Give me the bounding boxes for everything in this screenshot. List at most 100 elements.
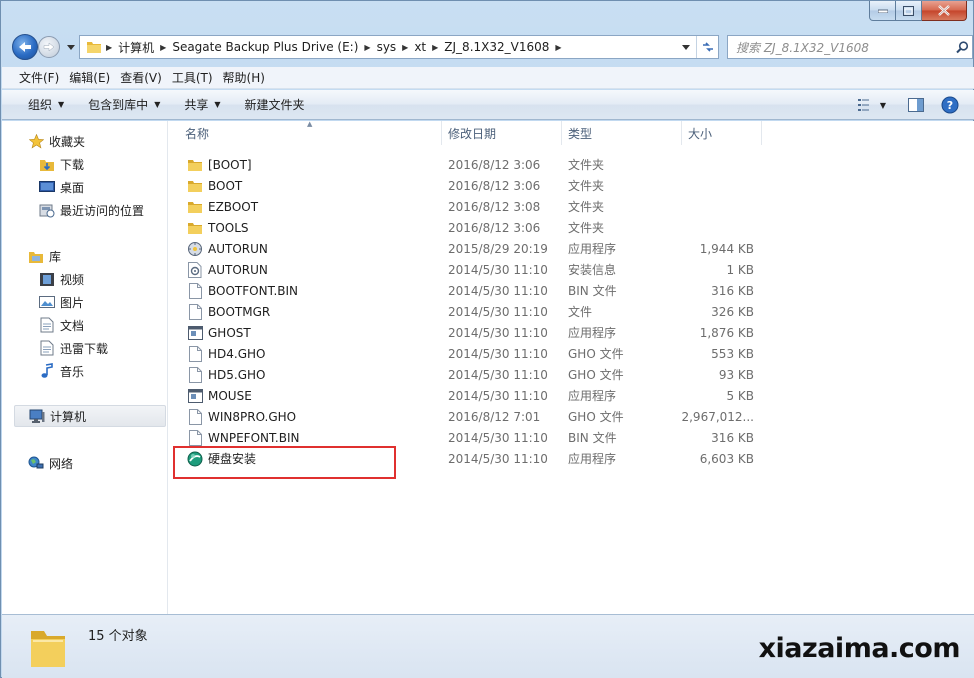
sidebar-item-videos[interactable]: 视频	[39, 268, 84, 290]
sidebar-item-recent-places[interactable]: 最近访问的位置	[39, 199, 144, 221]
sidebar-item-thunder-downloads[interactable]: 迅雷下载	[39, 337, 108, 359]
minimize-button[interactable]	[869, 1, 896, 21]
column-header-name[interactable]: 名称	[179, 121, 441, 145]
chevron-down-icon: ▼	[58, 100, 65, 109]
file-row[interactable]: WIN8PRO.GHO 2016/8/12 7:01 GHO 文件 2,967,012…	[179, 406, 769, 427]
file-name: HD5.GHO	[208, 367, 266, 382]
file-type: 应用程序	[568, 242, 617, 256]
file-row[interactable]: HD5.GHO 2014/5/30 11:10 GHO 文件 93 KB	[179, 364, 769, 385]
recent-pages-dropdown[interactable]	[65, 41, 77, 53]
file-row[interactable]: AUTORUN 2015/8/29 20:19 应用程序 1,944 KB	[179, 238, 769, 259]
sidebar-item-label: 计算机	[50, 409, 87, 424]
organize-button[interactable]: 组织 ▼	[20, 93, 72, 117]
search-icon[interactable]	[952, 40, 972, 54]
column-header-type[interactable]: 类型	[562, 121, 681, 145]
file-row[interactable]: [BOOT] 2016/8/12 3:06 文件夹	[179, 154, 769, 175]
breadcrumb-separator[interactable]: ▶	[552, 43, 564, 52]
sidebar-network[interactable]: 网络	[28, 452, 73, 474]
address-history-dropdown[interactable]	[678, 36, 694, 58]
close-button[interactable]	[922, 1, 967, 21]
address-bar[interactable]: ▶ 计算机 ▶ Seagate Backup Plus Drive (E:) ▶…	[79, 35, 719, 59]
folder-icon	[31, 631, 65, 667]
column-header-size[interactable]: 大小	[682, 121, 761, 145]
file-row[interactable]: EZBOOT 2016/8/12 3:08 文件夹	[179, 196, 769, 217]
menu-view[interactable]: 查看(V)	[115, 69, 167, 86]
file-date: 2016/8/12 3:06	[448, 220, 541, 235]
sidebar-item-downloads[interactable]: 下载	[39, 153, 84, 175]
include-in-library-button[interactable]: 包含到库中 ▼	[80, 93, 168, 117]
breadcrumb-separator[interactable]: ▶	[361, 43, 373, 52]
star-icon	[28, 133, 44, 149]
change-view-button[interactable]: ▼	[850, 93, 894, 117]
file-row[interactable]: BOOTMGR 2014/5/30 11:10 文件 326 KB	[179, 301, 769, 322]
menu-tools[interactable]: 工具(T)	[167, 69, 218, 86]
search-input[interactable]: 搜索 ZJ_8.1X32_V1608	[728, 39, 952, 56]
file-date: 2014/5/30 11:10	[448, 346, 548, 361]
column-divider[interactable]	[761, 121, 762, 145]
file-date: 2014/5/30 11:10	[448, 430, 548, 445]
refresh-button[interactable]	[696, 36, 718, 58]
column-header-date[interactable]: 修改日期	[442, 121, 561, 145]
menu-edit[interactable]: 编辑(E)	[64, 69, 115, 86]
file-row[interactable]: GHOST 2014/5/30 11:10 应用程序 1,876 KB	[179, 322, 769, 343]
file-date: 2016/8/12 3:06	[448, 157, 541, 172]
address-row: ▶ 计算机 ▶ Seagate Backup Plus Drive (E:) ▶…	[9, 33, 973, 61]
file-size: 326 KB	[711, 304, 754, 319]
breadcrumb-separator[interactable]: ▶	[399, 43, 411, 52]
sidebar-item-label: 最近访问的位置	[60, 203, 145, 218]
video-library-icon	[39, 271, 55, 287]
file-row[interactable]: BOOTFONT.BIN 2014/5/30 11:10 BIN 文件 316 KB	[179, 280, 769, 301]
file-name: MOUSE	[208, 388, 252, 403]
sidebar-item-desktop[interactable]: 桌面	[39, 176, 84, 198]
breadcrumb-xt[interactable]: xt	[411, 36, 429, 58]
back-button[interactable]	[12, 34, 38, 60]
file-size	[659, 196, 754, 217]
file-row[interactable]: AUTORUN 2014/5/30 11:10 安装信息 1 KB	[179, 259, 769, 280]
help-button[interactable]: ?	[936, 93, 964, 117]
preview-pane-button[interactable]	[902, 93, 930, 117]
forward-button[interactable]	[38, 36, 60, 58]
file-row[interactable]: HD4.GHO 2014/5/30 11:10 GHO 文件 553 KB	[179, 343, 769, 364]
file-icon	[187, 343, 203, 364]
file-row[interactable]: MOUSE 2014/5/30 11:10 应用程序 5 KB	[179, 385, 769, 406]
file-type: 应用程序	[568, 389, 617, 403]
arrow-right-icon	[43, 42, 55, 52]
sidebar-item-label: 视频	[60, 272, 85, 287]
file-name: BOOTFONT.BIN	[208, 283, 299, 298]
share-button[interactable]: 共享 ▼	[176, 93, 228, 117]
minimize-icon	[877, 9, 888, 13]
network-icon	[28, 455, 44, 471]
column-header-label: 类型	[568, 126, 593, 141]
breadcrumb-separator[interactable]: ▶	[103, 43, 115, 52]
sidebar-item-pictures[interactable]: 图片	[39, 291, 84, 313]
sidebar-libraries[interactable]: 库	[28, 245, 61, 267]
sidebar-item-documents[interactable]: 文档	[39, 314, 84, 336]
search-box[interactable]: 搜索 ZJ_8.1X32_V1608	[727, 35, 973, 59]
file-row[interactable]: TOOLS 2016/8/12 3:06 文件夹	[179, 217, 769, 238]
item-count: 15 个对象	[88, 629, 148, 644]
explorer-window: ▶ 计算机 ▶ Seagate Backup Plus Drive (E:) ▶…	[0, 0, 974, 678]
file-date: 2016/8/12 3:06	[448, 178, 541, 193]
breadcrumb-separator[interactable]: ▶	[157, 43, 169, 52]
breadcrumb-sys[interactable]: sys	[374, 36, 400, 58]
menu-help[interactable]: 帮助(H)	[218, 69, 270, 86]
file-row[interactable]: WNPEFONT.BIN 2014/5/30 11:10 BIN 文件 316 KB	[179, 427, 769, 448]
file-size: 1,876 KB	[699, 325, 754, 340]
file-size: 6,603 KB	[699, 451, 754, 466]
breadcrumb-current-folder[interactable]: ZJ_8.1X32_V1608	[441, 36, 552, 58]
music-note-icon	[39, 363, 55, 379]
sidebar-item-music[interactable]: 音乐	[39, 360, 84, 382]
details-pane: 15 个对象 xiazaima.com	[2, 614, 974, 678]
file-name: WNPEFONT.BIN	[208, 430, 300, 445]
share-label: 共享	[184, 98, 209, 112]
maximize-button[interactable]	[896, 1, 922, 21]
menu-file[interactable]: 文件(F)	[14, 69, 64, 86]
breadcrumb-drive[interactable]: Seagate Backup Plus Drive (E:)	[169, 36, 361, 58]
sidebar-favorites[interactable]: 收藏夹	[28, 130, 85, 152]
file-size: 93 KB	[718, 367, 754, 382]
breadcrumb-separator[interactable]: ▶	[429, 43, 441, 52]
sidebar-computer[interactable]: 计算机	[14, 405, 166, 427]
file-row[interactable]: BOOT 2016/8/12 3:06 文件夹	[179, 175, 769, 196]
new-folder-button[interactable]: 新建文件夹	[237, 93, 313, 117]
breadcrumb-computer[interactable]: 计算机	[115, 36, 157, 58]
